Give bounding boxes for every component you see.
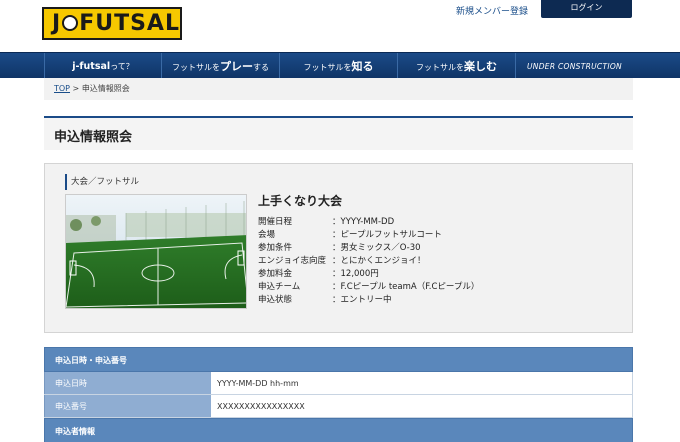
detail-label: 参加料金	[258, 269, 293, 279]
event-name: 上手くなり大会	[258, 194, 343, 208]
row-label: 申込番号	[44, 395, 211, 417]
detail-label: 開催日程	[258, 217, 293, 227]
section-header-application: 申込日時・申込番号	[44, 347, 633, 372]
futsal-court-photo	[65, 194, 247, 309]
event-card: 大会／フットサル 上手くなり大会 開催日程 ：YYYY-MM-DD 会場 ：ピー…	[44, 163, 633, 333]
nav-item-label: j-futsalって？	[72, 60, 134, 72]
detail-value: ：男女ミックス／O-30	[332, 243, 421, 253]
table-row: 申込日時 YYYY-MM-DD hh-mm	[44, 372, 633, 395]
breadcrumb-current: 申込情報照会	[81, 84, 130, 93]
signup-link[interactable]: 新規メンバー登録	[456, 4, 528, 17]
detail-label: 会場	[258, 230, 276, 240]
nav-item-learn[interactable]: フットサルを知る	[280, 53, 398, 79]
row-label: 申込日時	[44, 372, 211, 394]
nav-item-enjoy[interactable]: フットサルを楽しむ	[398, 53, 516, 79]
detail-label: 申込チーム	[258, 282, 301, 292]
nav-item-under-construction[interactable]: UNDER CONSTRUCTION	[516, 53, 633, 79]
section-header-applicant: 申込者情報	[44, 418, 633, 442]
breadcrumb: TOP > 申込情報照会	[44, 78, 633, 100]
detail-row-date: 開催日程 ：YYYY-MM-DD	[258, 216, 618, 229]
nav-item-label: フットサルを知る	[303, 60, 374, 73]
detail-value: ：YYYY-MM-DD	[332, 217, 395, 227]
detail-row-fee: 参加料金 ：12,000円	[258, 268, 618, 281]
detail-row-venue: 会場 ：ピープルフットサルコート	[258, 229, 618, 242]
detail-row-team: 申込チーム ：F.Cピープル teamA（F.Cピープル）	[258, 281, 618, 294]
nav-item-label: フットサルをプレーする	[172, 60, 269, 73]
detail-value: ：F.Cピープル teamA（F.Cピープル）	[332, 282, 480, 292]
page-title-bar: 申込情報照会	[44, 116, 633, 150]
detail-label: 参加条件	[258, 243, 293, 253]
breadcrumb-home-link[interactable]: TOP	[54, 84, 70, 93]
detail-label: エンジョイ志向度	[258, 256, 327, 266]
site-logo[interactable]: J FUTSAL	[42, 7, 182, 40]
nav-item-label: フットサルを楽しむ	[416, 60, 497, 73]
table-row: 申込番号 XXXXXXXXXXXXXXXX	[44, 395, 633, 418]
detail-row-enjoy-level: エンジョイ志向度 ：とにかくエンジョイ！	[258, 255, 618, 268]
event-detail-list: 開催日程 ：YYYY-MM-DD 会場 ：ピープルフットサルコート 参加条件 ：…	[258, 216, 618, 307]
application-info-table: 申込日時・申込番号 申込日時 YYYY-MM-DD hh-mm 申込番号 XXX…	[44, 347, 633, 442]
detail-row-status: 申込状態 ：エントリー中	[258, 294, 618, 307]
detail-value: ：ピープルフットサルコート	[332, 230, 442, 240]
page-title: 申込情報照会	[54, 130, 133, 145]
row-value: YYYY-MM-DD hh-mm	[211, 372, 633, 394]
detail-label: 申込状態	[258, 295, 293, 305]
soccer-ball-icon	[62, 15, 79, 31]
main-nav: j-futsalって？ フットサルをプレーする フットサルを知る フットサルを楽…	[0, 52, 680, 79]
detail-value: ：エントリー中	[332, 295, 392, 305]
detail-value: ：とにかくエンジョイ！	[332, 256, 426, 266]
detail-value: ：12,000円	[332, 269, 379, 279]
event-category: 大会／フットサル	[65, 174, 139, 190]
breadcrumb-separator: >	[70, 84, 82, 93]
logo-text: J FUTSAL	[52, 11, 180, 36]
login-button[interactable]: ログイン	[541, 0, 632, 18]
detail-row-conditions: 参加条件 ：男女ミックス／O-30	[258, 242, 618, 255]
site-header: J FUTSAL 新規メンバー登録 ログイン	[0, 0, 680, 52]
nav-item-play[interactable]: フットサルをプレーする	[162, 53, 280, 79]
nav-item-about[interactable]: j-futsalって？	[44, 53, 162, 79]
row-value: XXXXXXXXXXXXXXXX	[211, 395, 633, 417]
